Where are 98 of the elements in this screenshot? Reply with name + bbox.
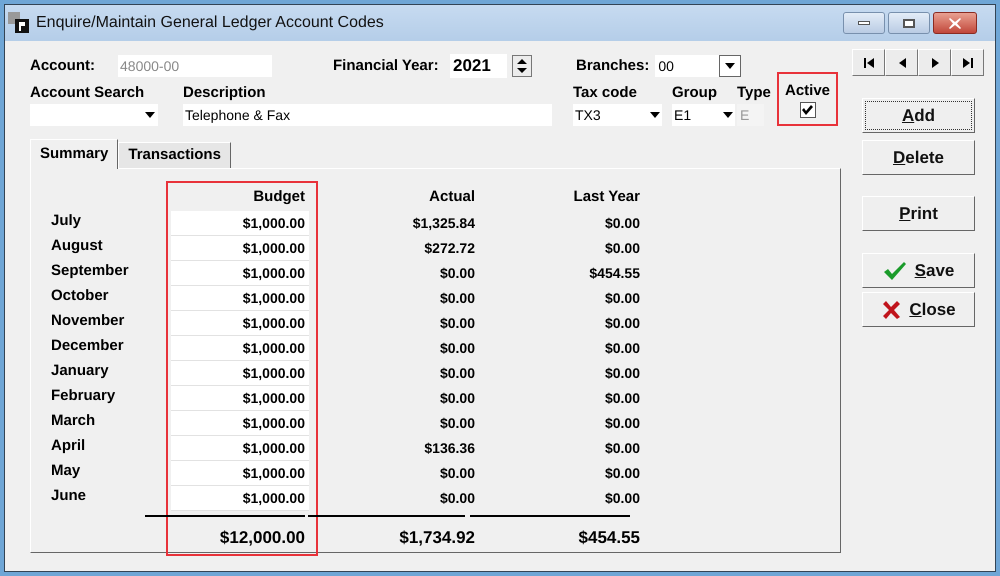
year-field[interactable]: 2021 xyxy=(450,54,507,78)
actual-cell-text: $0.00 xyxy=(438,464,475,483)
last-year-cell-text: $0.00 xyxy=(604,339,640,358)
last-year-cell-text: $0.00 xyxy=(604,464,640,483)
actual-cell-text: $0.00 xyxy=(438,339,475,358)
month-label: July xyxy=(50,211,82,232)
window-title: Enquire/Maintain General Ledger Account Codes xyxy=(36,13,384,33)
actual-cell-text: $0.00 xyxy=(438,489,475,508)
dropdown-arrow-icon xyxy=(650,112,660,118)
next-record-button[interactable] xyxy=(918,49,951,76)
dropdown-arrow-icon xyxy=(725,63,736,69)
type-field: E xyxy=(737,104,764,126)
tab[interactable]: Transactions xyxy=(118,142,231,168)
actual-cell-text: $0.00 xyxy=(438,389,475,408)
tab[interactable]: Summary xyxy=(30,139,118,169)
description-field[interactable]: Telephone & Fax xyxy=(183,104,552,126)
actual-cell-text: $0.00 xyxy=(438,289,475,308)
check-icon xyxy=(882,260,907,280)
close-window-button[interactable] xyxy=(933,12,977,34)
month-label: April xyxy=(50,436,86,456)
cross-icon xyxy=(881,300,902,320)
tax-code-dropdown[interactable]: TX3 xyxy=(573,104,662,126)
last-year-cell-text: $0.00 xyxy=(604,239,640,258)
actual-cell-text: $272.72 xyxy=(423,239,475,258)
field-label: Branches: xyxy=(576,56,650,76)
field-label: Tax code xyxy=(573,83,638,103)
month-label: August xyxy=(50,236,104,256)
minimize-button[interactable] xyxy=(843,12,885,34)
skip-arrow-icon xyxy=(864,58,874,68)
field-label: Active xyxy=(784,81,830,101)
field-label: Type xyxy=(737,83,772,103)
app-logo-icon xyxy=(7,12,31,34)
close-button[interactable]: Close xyxy=(862,292,975,327)
skip-arrow-icon xyxy=(962,58,972,68)
branches-dropdown[interactable]: 00 xyxy=(655,55,742,77)
month-label: December xyxy=(50,336,125,356)
field-label: Group xyxy=(672,83,718,103)
total-value: $454.55 xyxy=(578,527,640,549)
last-record-button[interactable] xyxy=(951,49,984,76)
budget-cell[interactable]: $1,000.00 xyxy=(171,261,309,286)
last-year-cell-text: $0.00 xyxy=(604,314,640,333)
last-year-cell-text: $0.00 xyxy=(604,414,640,433)
column-header: Budget xyxy=(252,187,306,207)
active-checkbox[interactable] xyxy=(800,102,816,118)
budget-cell[interactable]: $1,000.00 xyxy=(171,236,309,261)
month-label: May xyxy=(50,461,82,482)
actual-cell-text: $0.00 xyxy=(438,364,475,383)
budget-cell[interactable]: $1,000.00 xyxy=(171,361,309,386)
action-button[interactable]: Add xyxy=(862,98,975,133)
first-record-button[interactable] xyxy=(852,49,885,76)
month-label: June xyxy=(50,486,88,506)
field-label: Financial Year: xyxy=(333,56,440,76)
month-label: February xyxy=(50,386,116,406)
month-label: September xyxy=(50,261,130,282)
close-icon xyxy=(949,18,961,28)
budget-cell[interactable]: $1,000.00 xyxy=(171,461,309,486)
last-year-cell-text: $0.00 xyxy=(604,389,640,408)
previous-record-button[interactable] xyxy=(885,49,918,76)
budget-cell[interactable]: $1,000.00 xyxy=(171,311,309,336)
last-year-cell-text: $454.55 xyxy=(588,264,640,283)
last-year-cell-text: $0.00 xyxy=(604,289,640,308)
budget-cell[interactable]: $1,000.00 xyxy=(171,286,309,311)
save-button[interactable]: Save xyxy=(862,253,975,288)
group-dropdown[interactable]: E1 xyxy=(672,104,735,126)
column-header: Last Year xyxy=(572,187,640,207)
month-label: November xyxy=(50,311,126,332)
spinner-icon[interactable] xyxy=(512,55,532,77)
month-label: January xyxy=(50,361,110,382)
total-value: $1,734.92 xyxy=(398,527,475,549)
actual-cell-text: $0.00 xyxy=(438,414,475,433)
actual-cell-text: $136.36 xyxy=(423,439,475,458)
field-label: Description xyxy=(183,83,267,103)
month-label: October xyxy=(50,286,110,306)
last-year-cell-text: $0.00 xyxy=(604,214,640,233)
budget-cell[interactable]: $1,000.00 xyxy=(171,336,309,361)
action-button[interactable]: Print xyxy=(862,196,975,231)
triangle-arrow-icon xyxy=(930,58,940,68)
field-label: Account: xyxy=(30,56,96,76)
last-year-cell-text: $0.00 xyxy=(604,489,640,508)
field-label: Account Search xyxy=(30,83,146,103)
month-label: March xyxy=(50,411,96,432)
actual-cell-text: $0.00 xyxy=(438,314,475,333)
budget-cell[interactable]: $1,000.00 xyxy=(171,411,309,436)
column-header: Actual xyxy=(428,187,475,207)
action-button[interactable]: Delete xyxy=(862,140,975,175)
budget-cell[interactable]: $1,000.00 xyxy=(171,386,309,411)
last-year-cell-text: $0.00 xyxy=(604,439,640,458)
total-value: $12,000.00 xyxy=(218,527,306,550)
budget-cell[interactable]: $1,000.00 xyxy=(171,436,309,461)
dropdown-arrow-icon xyxy=(723,112,733,118)
actual-cell-text: $0.00 xyxy=(438,264,475,283)
budget-cell[interactable]: $1,000.00 xyxy=(171,211,309,236)
budget-cell[interactable]: $1,000.00 xyxy=(171,486,309,511)
maximize-button[interactable] xyxy=(888,12,930,34)
actual-cell-text: $1,325.84 xyxy=(412,214,475,233)
triangle-arrow-icon xyxy=(896,58,906,68)
dropdown-arrow-icon xyxy=(145,112,155,118)
last-year-cell-text: $0.00 xyxy=(604,364,640,383)
